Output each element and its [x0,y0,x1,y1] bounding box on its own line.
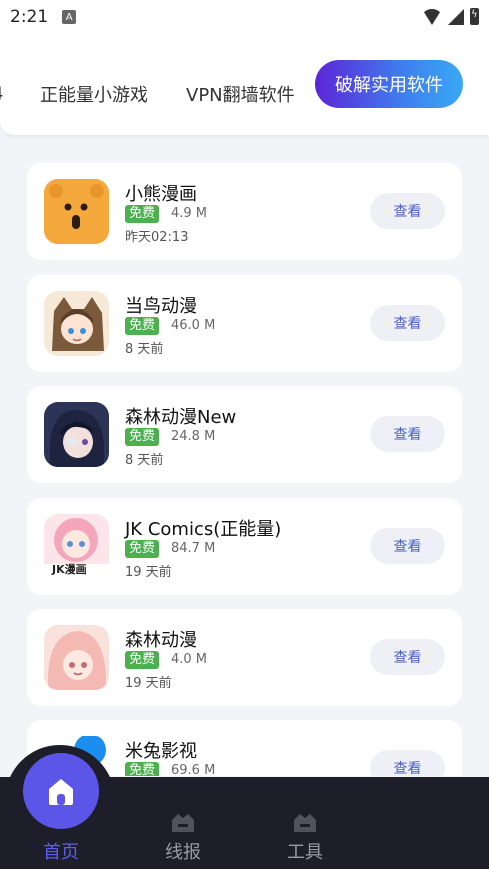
wifi-icon [422,8,442,25]
app-date: 8 天前 [125,342,164,357]
status-bar: 2:21 A [0,0,489,34]
free-badge: 免费 [125,540,160,558]
app-name: 森林动漫New [125,407,237,428]
app-date: 19 天前 [125,676,172,691]
app-name: 当鸟动漫 [125,296,197,317]
signal-icon [448,8,464,25]
jk-anime-girl-icon: JK漫画 [44,514,109,579]
view-button[interactable]: 查看 [370,528,445,564]
app-size: 24.8 M [171,429,216,444]
nav-home-label[interactable]: 首页 [43,838,79,864]
tab-cracked-software[interactable]: 破解实用软件 [315,60,463,108]
anime-girl-pink-icon [44,625,109,690]
nav-tools-label[interactable]: 工具 [287,838,323,864]
status-time: 2:21 [10,7,49,27]
free-badge: 免费 [125,428,160,446]
free-badge: 免费 [125,762,160,776]
bear-icon [44,179,109,244]
app-name: JK Comics(正能量) [125,519,282,540]
app-size: 4.9 M [171,206,208,221]
app-card[interactable]: 森林动漫New 免费 24.8 M 8 天前 查看 [27,386,462,483]
anime-boy-dark-icon [44,402,109,467]
tools-icon[interactable] [292,812,318,834]
app-date: 8 天前 [125,453,164,468]
status-icons [422,8,479,25]
app-size: 46.0 M [171,318,216,333]
app-name: 森林动漫 [125,630,197,651]
view-button[interactable]: 查看 [370,193,445,229]
notification-icon: A [62,10,77,24]
app-list[interactable]: 小熊漫画 免费 4.9 M 昨天02:13 查看 当鸟动漫 免费 46.0 M … [0,136,489,776]
tab-vpn[interactable]: VPN翻墙软件 [186,81,295,107]
nav-news-label[interactable]: 线报 [165,838,201,864]
app-date: 19 天前 [125,565,172,580]
app-name: 小熊漫画 [125,184,197,205]
app-size: 84.7 M [171,541,216,556]
battery-icon [470,8,479,25]
app-size: 69.6 M [171,763,216,776]
free-badge: 免费 [125,205,160,223]
view-button[interactable]: 查看 [370,305,445,341]
view-button[interactable]: 查看 [370,750,445,776]
app-card[interactable]: 小熊漫画 免费 4.9 M 昨天02:13 查看 [27,163,462,260]
tab-positive-games[interactable]: 正能量小游戏 [40,81,148,107]
news-icon[interactable] [170,812,196,834]
category-tabs: 4 正能量小游戏 VPN翻墙软件 破解实用软件 [0,34,489,135]
tab-partial[interactable]: 4 [0,84,3,105]
view-button[interactable]: 查看 [370,639,445,675]
app-card[interactable]: JK漫画 JK Comics(正能量) 免费 84.7 M 19 天前 查看 [27,498,462,595]
home-icon [49,779,73,805]
app-card[interactable]: 森林动漫 免费 4.0 M 19 天前 查看 [27,609,462,706]
anime-girl-hood-icon [44,291,109,356]
app-date: 昨天02:13 [125,230,189,245]
app-name: 米兔影视 [125,741,197,762]
nav-home-button[interactable] [23,753,99,829]
icon-caption: JK漫画 [52,563,87,576]
app-size: 4.0 M [171,652,208,667]
free-badge: 免费 [125,651,160,669]
app-card[interactable]: 当鸟动漫 免费 46.0 M 8 天前 查看 [27,275,462,372]
view-button[interactable]: 查看 [370,416,445,452]
free-badge: 免费 [125,317,160,335]
